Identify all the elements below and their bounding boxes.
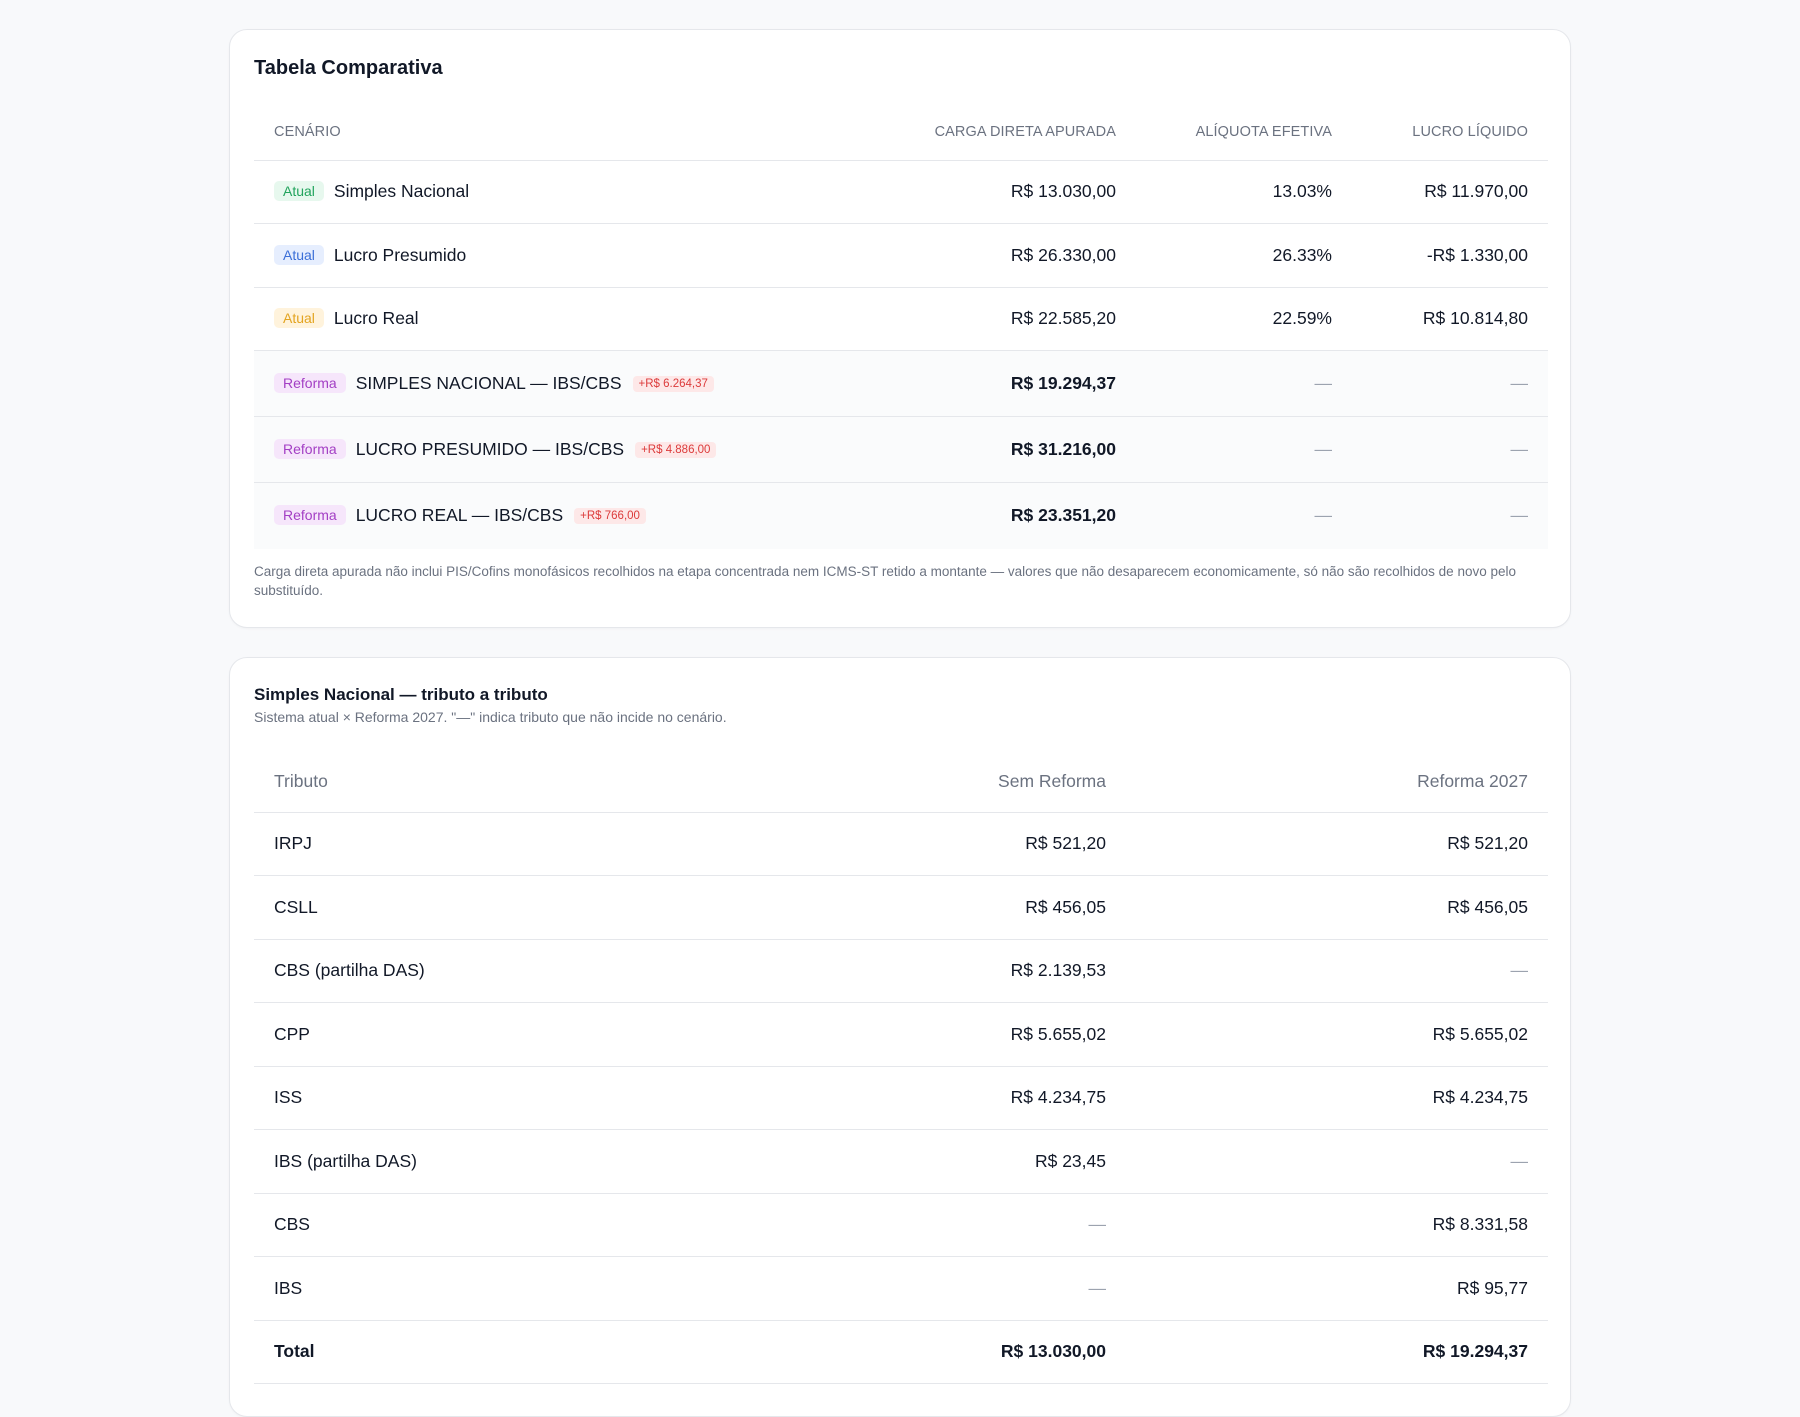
tax-row: CBS (partilha DAS) R$ 2.139,53 — bbox=[254, 939, 1548, 1003]
tax-row: CPP R$ 5.655,02 R$ 5.655,02 bbox=[254, 1002, 1548, 1067]
current-value: R$ 5.655,02 bbox=[714, 1002, 1126, 1067]
comparison-card: Tabela Comparativa CENÁRIO CARGA DIRETA … bbox=[229, 29, 1571, 628]
net-profit-cell: — bbox=[1352, 482, 1548, 549]
scenario-name: LUCRO PRESUMIDO — IBS/CBS bbox=[355, 439, 625, 459]
column-header-net-profit: LUCRO LÍQUIDO bbox=[1352, 104, 1548, 161]
scenario-name: Simples Nacional bbox=[333, 181, 470, 202]
column-header-scenario: CENÁRIO bbox=[254, 104, 884, 161]
breakdown-subtitle: Sistema atual × Reforma 2027. "—" indica… bbox=[254, 709, 727, 725]
net-profit-cell: R$ 11.970,00 bbox=[1352, 160, 1548, 224]
tax-row: ISS R$ 4.234,75 R$ 4.234,75 bbox=[254, 1066, 1548, 1130]
effective-rate-cell: — bbox=[1136, 482, 1352, 549]
reform-scenario-row: Reforma LUCRO REAL — IBS/CBS +R$ 766,00 R$… bbox=[254, 482, 1548, 549]
footnote: Carga direta apurada não inclui PIS/Cofi… bbox=[254, 564, 1516, 598]
scenario-row: Atual Simples Nacional R$ 13.030,00 13.03… bbox=[254, 160, 1548, 224]
scenario-name: LUCRO REAL — IBS/CBS bbox=[355, 505, 564, 526]
total-current-value: R$ 13.030,00 bbox=[714, 1320, 1126, 1384]
comparison-header-row: CENÁRIO CARGA DIRETA APURADA ALÍQUOTA EF… bbox=[254, 104, 1548, 161]
tax-name: IRPJ bbox=[254, 812, 714, 876]
tax-name: ISS bbox=[254, 1066, 714, 1130]
total-label: Total bbox=[254, 1320, 714, 1384]
tax-row: IBS (partilha DAS) R$ 23,45 — bbox=[254, 1129, 1548, 1194]
current-value: — bbox=[714, 1193, 1126, 1257]
scenario-cell: Reforma LUCRO REAL — IBS/CBS +R$ 766,00 bbox=[254, 482, 884, 549]
tax-name: CPP bbox=[254, 1002, 714, 1067]
scenario-name: SIMPLES NACIONAL — IBS/CBS bbox=[355, 373, 622, 393]
scenario-row: Atual Lucro Real R$ 22.585,20 22.59% R$ 1… bbox=[254, 287, 1548, 351]
effective-rate-cell: 26.33% bbox=[1136, 223, 1352, 288]
breakdown-card: Simples Nacional — tributo a tributo Sis… bbox=[229, 657, 1571, 1417]
direct-load-cell: R$ 31.216,00 bbox=[884, 416, 1136, 483]
effective-rate-cell: — bbox=[1136, 416, 1352, 483]
scenario-name: Lucro Presumido bbox=[333, 244, 467, 265]
tax-name: CSLL bbox=[254, 875, 714, 940]
delta-badge: +R$ 4.886,00 bbox=[635, 442, 717, 458]
tax-name: CBS bbox=[254, 1193, 714, 1257]
reform-value: — bbox=[1126, 1129, 1548, 1194]
scenario-cell: Atual Lucro Real bbox=[254, 287, 884, 351]
effective-rate-cell: — bbox=[1136, 350, 1352, 417]
net-profit-cell: R$ 10.814,80 bbox=[1352, 287, 1548, 351]
current-value: R$ 456,05 bbox=[714, 875, 1126, 940]
reform-value: R$ 5.655,02 bbox=[1126, 1002, 1548, 1067]
tax-breakdown-table: Tributo Sem Reforma Reforma 2027 IRPJ R$… bbox=[254, 752, 1548, 1384]
direct-load-cell: R$ 26.330,00 bbox=[884, 223, 1136, 288]
reform-value: R$ 95,77 bbox=[1126, 1256, 1548, 1321]
direct-load-cell: R$ 19.294,37 bbox=[884, 350, 1136, 417]
reform-value: R$ 456,05 bbox=[1126, 875, 1548, 940]
current-value: R$ 2.139,53 bbox=[714, 939, 1126, 1003]
reform-scenario-row: Reforma SIMPLES NACIONAL — IBS/CBS +R$ 6.2… bbox=[254, 350, 1548, 417]
scenario-name: Lucro Real bbox=[333, 308, 419, 329]
comparison-title: Tabela Comparativa bbox=[254, 57, 443, 79]
net-profit-cell: — bbox=[1352, 416, 1548, 483]
tax-header-row: Tributo Sem Reforma Reforma 2027 bbox=[254, 752, 1548, 813]
reform-value: — bbox=[1126, 939, 1548, 1003]
tax-name: IBS (partilha DAS) bbox=[254, 1129, 714, 1194]
column-header-effective-rate: ALÍQUOTA EFETIVA bbox=[1136, 104, 1352, 161]
effective-rate-cell: 13.03% bbox=[1136, 160, 1352, 224]
scenario-cell: Reforma LUCRO PRESUMIDO — IBS/CBS +R$ 4.88… bbox=[254, 416, 884, 483]
effective-rate-cell: 22.59% bbox=[1136, 287, 1352, 351]
reform-value: R$ 521,20 bbox=[1126, 812, 1548, 876]
current-value: R$ 521,20 bbox=[714, 812, 1126, 876]
reform-scenario-row: Reforma LUCRO PRESUMIDO — IBS/CBS +R$ 4.88… bbox=[254, 416, 1548, 483]
tax-name: CBS (partilha DAS) bbox=[254, 939, 714, 1003]
current-value: — bbox=[714, 1256, 1126, 1321]
direct-load-cell: R$ 13.030,00 bbox=[884, 160, 1136, 224]
tax-row: CSLL R$ 456,05 R$ 456,05 bbox=[254, 875, 1548, 940]
reform-value: R$ 8.331,58 bbox=[1126, 1193, 1548, 1257]
status-badge: Atual bbox=[274, 181, 324, 202]
net-profit-cell: — bbox=[1352, 350, 1548, 417]
reform-badge: Reforma bbox=[274, 439, 346, 459]
direct-load-cell: R$ 23.351,20 bbox=[884, 482, 1136, 549]
column-header-direct-load: CARGA DIRETA APURADA bbox=[884, 104, 1136, 161]
net-profit-cell: -R$ 1.330,00 bbox=[1352, 223, 1548, 288]
current-value: R$ 23,45 bbox=[714, 1129, 1126, 1194]
reform-value: R$ 4.234,75 bbox=[1126, 1066, 1548, 1130]
reform-badge: Reforma bbox=[274, 373, 346, 393]
total-reform-value: R$ 19.294,37 bbox=[1126, 1320, 1548, 1384]
reform-badge: Reforma bbox=[274, 505, 346, 526]
scenario-cell: Reforma SIMPLES NACIONAL — IBS/CBS +R$ 6.2… bbox=[254, 350, 884, 417]
delta-badge: +R$ 766,00 bbox=[574, 508, 646, 525]
tax-row: IRPJ R$ 521,20 R$ 521,20 bbox=[254, 812, 1548, 876]
column-header-tax: Tributo bbox=[254, 752, 714, 813]
scenario-cell: Atual Lucro Presumido bbox=[254, 223, 884, 288]
status-badge: Atual bbox=[274, 308, 324, 329]
current-value: R$ 4.234,75 bbox=[714, 1066, 1126, 1130]
total-row: Total R$ 13.030,00 R$ 19.294,37 bbox=[254, 1320, 1548, 1384]
comparison-table: CENÁRIO CARGA DIRETA APURADA ALÍQUOTA EF… bbox=[254, 104, 1548, 549]
column-header-current: Sem Reforma bbox=[714, 752, 1126, 813]
column-header-reform: Reforma 2027 bbox=[1126, 752, 1548, 813]
tax-name: IBS bbox=[254, 1256, 714, 1321]
scenario-cell: Atual Simples Nacional bbox=[254, 160, 884, 224]
status-badge: Atual bbox=[274, 244, 324, 265]
scenario-row: Atual Lucro Presumido R$ 26.330,00 26.33%… bbox=[254, 223, 1548, 288]
delta-badge: +R$ 6.264,37 bbox=[632, 376, 714, 392]
tax-row: IBS — R$ 95,77 bbox=[254, 1256, 1548, 1321]
breakdown-title: Simples Nacional — tributo a tributo bbox=[254, 685, 548, 704]
tax-row: CBS — R$ 8.331,58 bbox=[254, 1193, 1548, 1257]
direct-load-cell: R$ 22.585,20 bbox=[884, 287, 1136, 351]
